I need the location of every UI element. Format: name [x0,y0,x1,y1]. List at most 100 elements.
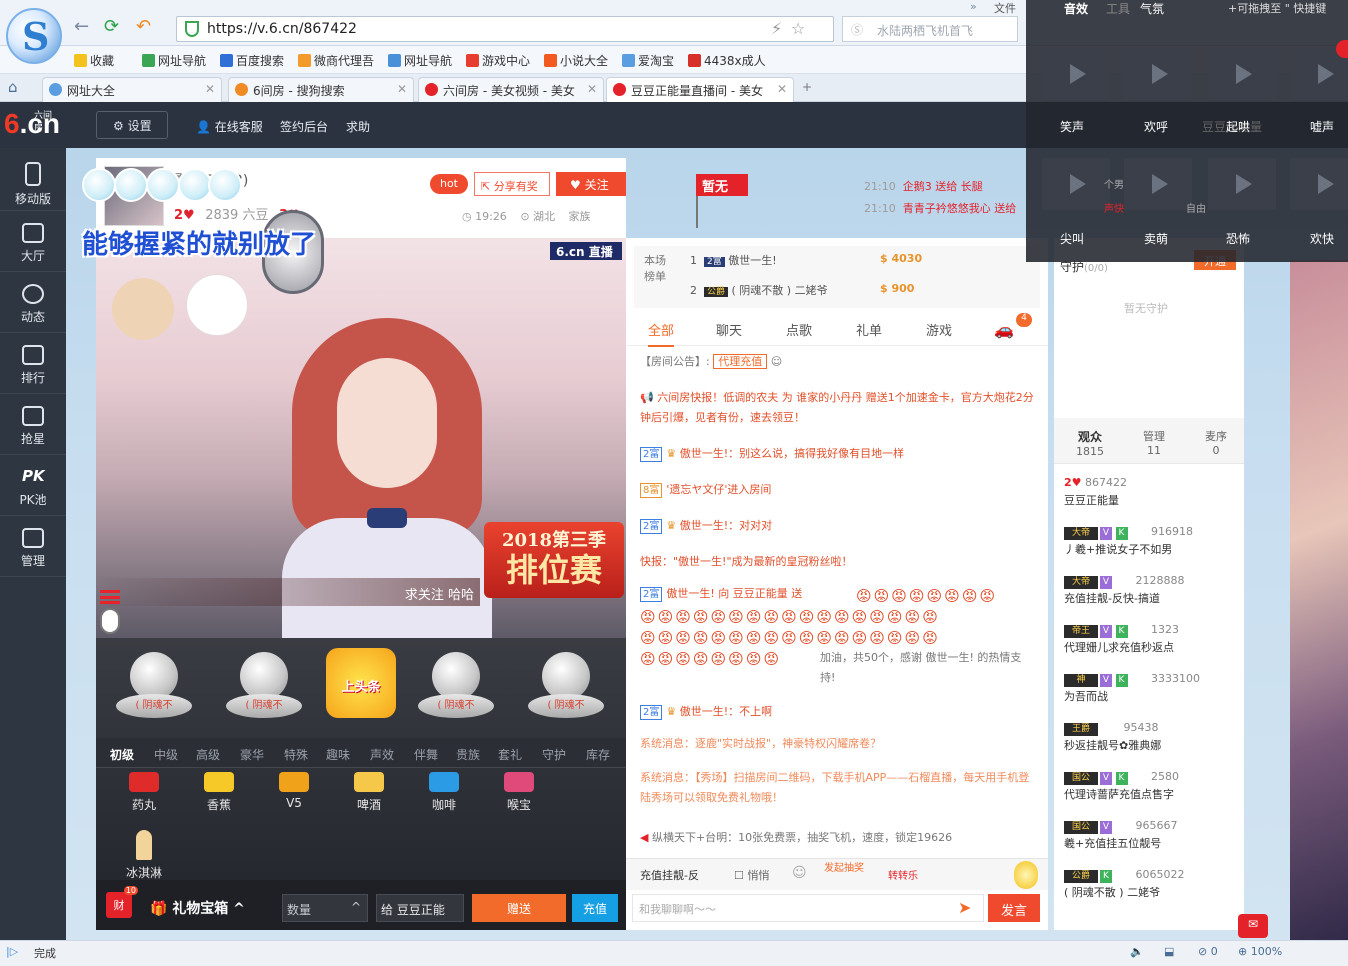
search-box[interactable]: Ⓢ 水陆两栖飞机首飞 [842,16,1018,42]
new-tab-icon[interactable]: + [802,80,812,94]
headline-gift-button[interactable]: 上头条 [326,648,396,718]
popup-tab-sound[interactable]: 音效 [1064,0,1088,17]
message-icon[interactable]: ✉ [1238,914,1268,938]
audience-item[interactable]: 神V K 3333100 为吾而战 [1064,670,1234,706]
follow-button[interactable]: ♥ 关注 [556,172,626,196]
gift-item[interactable]: 香蕉 [189,772,249,813]
play-icon[interactable] [1042,158,1110,210]
gift-slot[interactable]: ( 阴魂不 [518,650,614,726]
address-bar[interactable]: https://v.6.cn/867422 ⚡ ☆ [176,16,834,42]
chat-tab[interactable]: 聊天 [716,320,742,339]
bookmark-item[interactable]: 网址导航 [142,52,206,69]
audience-item[interactable]: 大帝 V 2128888 充值挂靓-反快-搞道 [1064,572,1234,608]
play-icon[interactable] [1208,158,1276,210]
header-link-help[interactable]: 求助 [346,118,370,135]
chat-tab[interactable]: 点歌 [786,320,812,339]
settings-button[interactable]: ⚙ 设置 [96,111,168,139]
bookmark-item[interactable]: 微商代理吾 [298,52,374,69]
popup-tab-mood[interactable]: 气氛 [1140,0,1164,17]
egg-icon[interactable] [1014,861,1038,889]
menu-icon[interactable] [100,590,120,604]
play-icon[interactable] [1208,48,1276,100]
chat-tab[interactable]: 礼单 [856,320,882,339]
bookmark-item[interactable]: 收藏 [74,52,114,69]
audience-item[interactable]: 大帝 V K 916918 丿羲+推说女子不如男 [1064,523,1234,559]
bookmark-item[interactable]: 游戏中心 [466,52,530,69]
gift-tab[interactable]: 套礼 [498,746,522,763]
gift-item[interactable]: 咖啡 [414,772,474,813]
gift-tab[interactable]: 声效 [370,746,394,763]
audience-item[interactable]: 国公 V 965667 羲+充值挂五位靓号 [1064,817,1234,853]
gift-tab[interactable]: 中级 [154,746,178,763]
ranking-season-banner[interactable]: 2018第三季 排位赛 [484,522,624,598]
play-icon[interactable] [1042,48,1110,100]
back-icon[interactable]: ← [74,16,89,37]
gift-tab[interactable]: 伴舞 [414,746,438,763]
gift-tab[interactable]: 守护 [542,746,566,763]
lottery-button[interactable]: 发起抽奖 [824,863,874,874]
home-icon[interactable]: ⌂ [8,78,18,96]
browser-tab[interactable]: 六间房 - 美女视频 - 美女 ✕ [418,77,604,102]
browser-tab[interactable]: 6间房 - 搜狗搜索 ✕ [228,77,414,102]
gift-tab[interactable]: 特殊 [284,746,308,763]
gift-item[interactable]: 药丸 [114,772,174,813]
sidebar-toggle-icon[interactable]: |▷ [6,945,18,958]
audience-item[interactable]: 公爵 K 6065022( 阴魂不散 ) 二姥爷 [1064,866,1234,902]
gift-tab[interactable]: 库存 [586,746,610,763]
gift-item[interactable]: V5 [264,772,324,810]
sound-horror[interactable]: 恐怖 [1226,230,1250,247]
header-link-backend[interactable]: 签约后台 [280,118,328,135]
rank-row[interactable]: 1 2富 傲世一生! $ 4030 [690,252,922,268]
star-icon[interactable]: ☆ [791,19,805,38]
share-button[interactable]: ⇱ 分享有奖 [474,172,550,196]
private-checkbox[interactable]: ☐ 悄悄 [734,867,769,883]
leftnav-item-manage[interactable]: 管理 [0,516,66,577]
bookmark-item[interactable]: 爱淘宝 [622,52,674,69]
leftnav-item-rank[interactable]: 排行 [0,333,66,394]
sound-laugh[interactable]: 笑声 [1060,118,1084,135]
file-menu[interactable]: 文件 [994,0,1016,16]
send-chat-button[interactable]: 发言 [988,894,1040,922]
mic-icon[interactable] [100,608,120,634]
site-logo[interactable]: 6.cn 六间房 [4,108,60,140]
tab-audience[interactable]: 观众 1815 [1062,428,1118,458]
rank-row[interactable]: 2 公爵 ( 阴魂不散 ) 二姥爷 $ 900 [690,282,914,298]
announce-link[interactable]: 代理充值 [713,354,768,369]
browser-tab[interactable]: 网址大全 ✕ [42,77,222,102]
popup-tab-tools[interactable]: 工具 [1106,0,1130,17]
tab-mic-queue[interactable]: 麦序 0 [1188,428,1244,457]
audience-item[interactable]: 王爵 95438 秒返挂靓号✿雅典娜 [1064,719,1234,755]
more-chevron-icon[interactable]: » [970,0,977,13]
sound-boo[interactable]: 嘘声 [1310,118,1334,135]
gift-tab[interactable]: 豪华 [240,746,264,763]
car-icon[interactable]: 🚗 [994,320,1014,339]
leftnav-item-pk[interactable]: PK PK池 [0,455,66,516]
leftnav-item-star[interactable]: 抢星 [0,394,66,455]
status-counter[interactable]: ⊘ 0 [1198,945,1218,958]
close-side-tab[interactable] [1336,40,1348,58]
bookmark-item[interactable]: 4438x成人 [688,52,766,69]
bookmark-item[interactable]: 网址导航 [388,52,452,69]
emoji-icon[interactable]: ☺ [792,865,807,881]
zoom-control[interactable]: ⊕ 100% [1238,945,1282,958]
gift-slot[interactable]: ( 阴魂不 [408,650,504,726]
audience-item[interactable]: 帝王 V K 1323 代理姗儿求充值秒返点 [1064,621,1234,657]
refresh-icon[interactable]: ⟳ [104,16,119,37]
browser-tab-active[interactable]: 豆豆正能量直播间 - 美女 ✕ [606,77,794,102]
audience-item[interactable]: 2♥ 867422 豆豆正能量 [1064,474,1234,510]
undo-icon[interactable]: ↶ [136,16,151,37]
chat-input[interactable]: 和我聊聊啊～～ [632,894,984,922]
sound-happy[interactable]: 欢快 [1310,230,1334,247]
gift-slot[interactable]: ( 阴魂不 [106,650,202,726]
gift-item[interactable]: 啤酒 [339,772,399,813]
gift-tab[interactable]: 趣味 [326,746,350,763]
search-engine-icon[interactable]: Ⓢ [851,21,863,38]
header-link-service[interactable]: 👤 在线客服 [196,118,263,135]
lightning-icon[interactable]: ⚡ [771,19,782,38]
reply-chip[interactable]: 充值挂靓-反 [640,867,699,883]
play-icon[interactable] [1124,158,1192,210]
leftnav-item-feed[interactable]: 动态 [0,272,66,333]
tab-admins[interactable]: 管理 11 [1126,428,1182,457]
gift-slot[interactable]: ( 阴魂不 [216,650,312,726]
gift-box-button[interactable]: 🎁 礼物宝箱 ^ [150,898,245,918]
